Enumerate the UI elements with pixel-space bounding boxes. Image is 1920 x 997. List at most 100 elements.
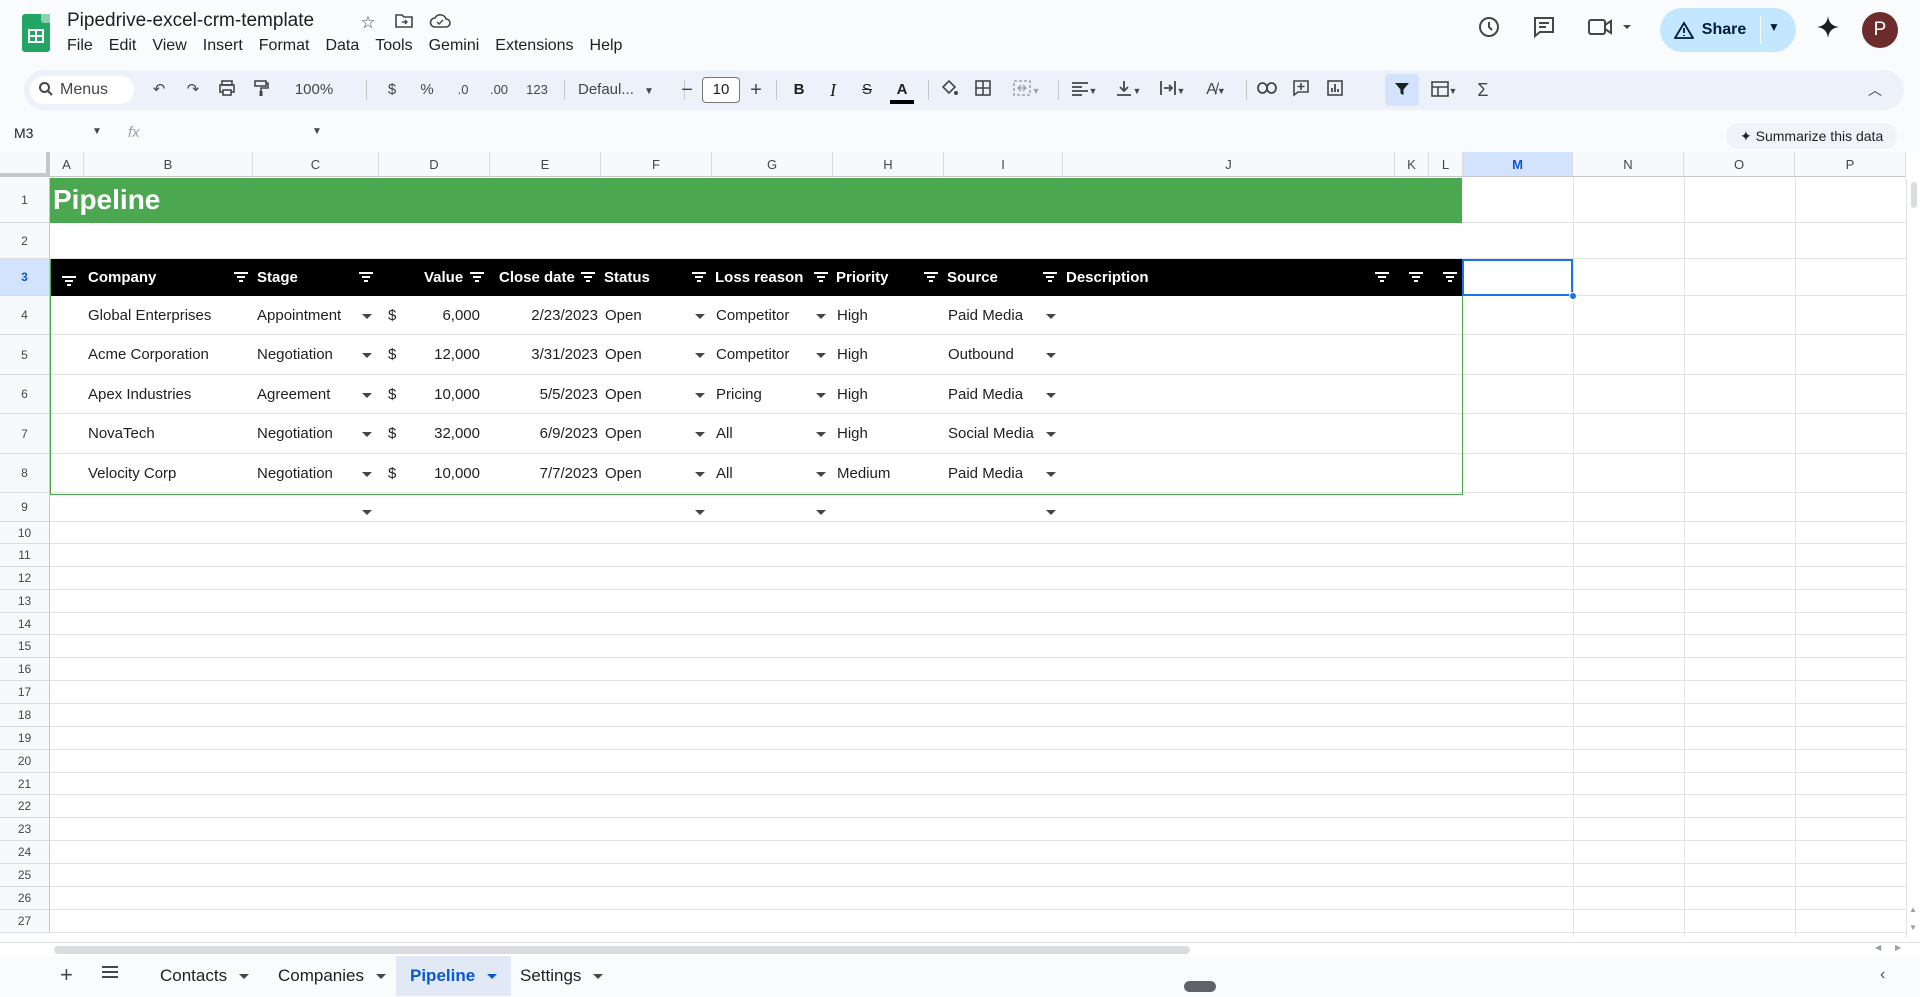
row-header-16[interactable]: 16 <box>0 658 50 681</box>
column-header-h[interactable]: H <box>833 152 944 177</box>
source-dropdown-icon[interactable] <box>1046 432 1056 437</box>
empty-dropdown-icon[interactable] <box>816 510 826 515</box>
horizontal-scroll-thumb[interactable] <box>54 946 1190 954</box>
name-box-dropdown-icon[interactable]: ▼ <box>92 126 102 137</box>
column-header-k[interactable]: K <box>1395 152 1429 177</box>
cloud-saved-icon[interactable] <box>429 12 451 34</box>
text-rotation-icon[interactable]: A̸▼ <box>1196 70 1236 110</box>
cell-loss-reason[interactable]: All <box>716 454 806 493</box>
column-header-c[interactable]: C <box>253 152 379 177</box>
column-header-j[interactable]: J <box>1063 152 1395 177</box>
column-header-g[interactable]: G <box>712 152 833 177</box>
menu-gemini[interactable]: Gemini <box>429 36 489 56</box>
gemini-sparkle-icon[interactable] <box>1813 14 1843 44</box>
font-family-select[interactable]: Defaul... ▼ <box>574 70 670 110</box>
cell-value[interactable]: 6,000 <box>400 296 480 335</box>
menu-insert[interactable]: Insert <box>203 36 252 56</box>
cell-close-date[interactable]: 5/5/2023 <box>490 375 598 414</box>
cell-company[interactable]: Global Enterprises <box>88 296 248 335</box>
scroll-left-icon[interactable]: ◀ <box>1875 943 1881 952</box>
row-header-23[interactable]: 23 <box>0 818 50 841</box>
source-dropdown-icon[interactable] <box>1046 472 1056 477</box>
font-size-increase-icon[interactable]: + <box>744 70 768 110</box>
vertical-scroll-thumb[interactable] <box>1911 182 1917 208</box>
share-button[interactable]: Share ▼ <box>1660 8 1796 52</box>
stage-dropdown-icon[interactable] <box>362 472 372 477</box>
cell-stage[interactable]: Negotiation <box>257 414 357 453</box>
tab-settings[interactable]: Settings <box>506 956 617 996</box>
cell-priority[interactable]: High <box>837 335 927 374</box>
cell-source[interactable]: Paid Media <box>948 454 1048 493</box>
column-header-a[interactable]: A <box>50 152 84 177</box>
loss-reason-dropdown-icon[interactable] <box>816 353 826 358</box>
row-header-17[interactable]: 17 <box>0 681 50 704</box>
cell-loss-reason[interactable]: Competitor <box>716 296 806 335</box>
row-header-20[interactable]: 20 <box>0 750 50 773</box>
paint-format-icon[interactable] <box>248 70 274 110</box>
percent-format-button[interactable]: % <box>414 70 440 110</box>
sheet-grid[interactable]: ABCDEFGHIJKLMNOP 1 2 3 4 5 6 7 8 9 10 11 12 13 14 15 16… <box>0 152 1920 942</box>
decrease-decimal-button[interactable]: .0 <box>448 70 478 110</box>
tab-pipeline-dropdown-icon[interactable] <box>487 974 498 980</box>
scroll-down-icon[interactable]: ▼ <box>1909 923 1917 932</box>
version-history-icon[interactable] <box>1474 14 1504 44</box>
document-title[interactable]: Pipedrive-excel-crm-template <box>67 10 314 32</box>
row-header-24[interactable]: 24 <box>0 841 50 864</box>
strikethrough-icon[interactable]: S <box>854 70 880 110</box>
cell-loss-reason[interactable]: Competitor <box>716 335 806 374</box>
row-header-2[interactable]: 2 <box>0 223 50 259</box>
currency-format-button[interactable]: $ <box>379 70 405 110</box>
column-header-i[interactable]: I <box>944 152 1063 177</box>
account-avatar[interactable]: P <box>1862 12 1898 48</box>
row-header-1[interactable]: 1 <box>0 178 50 223</box>
cell-company[interactable]: Apex Industries <box>88 375 248 414</box>
cell-priority[interactable]: High <box>837 414 927 453</box>
stage-dropdown-icon[interactable] <box>362 393 372 398</box>
row-header-27[interactable]: 27 <box>0 910 50 933</box>
cell-priority[interactable]: High <box>837 296 927 335</box>
row-header-15[interactable]: 15 <box>0 635 50 658</box>
scroll-right-icon[interactable]: ▶ <box>1895 943 1901 952</box>
cell-close-date[interactable]: 7/7/2023 <box>490 454 598 493</box>
cell-stage[interactable]: Negotiation <box>257 454 357 493</box>
more-formats-button[interactable]: 123 <box>520 70 554 110</box>
source-dropdown-icon[interactable] <box>1046 314 1056 319</box>
menu-edit[interactable]: Edit <box>109 36 146 56</box>
row-header-26[interactable]: 26 <box>0 887 50 910</box>
menu-extensions[interactable]: Extensions <box>495 36 582 56</box>
row-header-11[interactable]: 11 <box>0 544 50 567</box>
fill-color-icon[interactable] <box>936 70 962 110</box>
cell-status[interactable]: Open <box>605 454 675 493</box>
cell-company[interactable]: Velocity Corp <box>88 454 248 493</box>
all-sheets-icon[interactable] <box>101 963 119 986</box>
collapse-menus-icon[interactable]: ︿ <box>1862 70 1888 110</box>
name-box[interactable]: M3 <box>14 125 33 141</box>
menu-view[interactable]: View <box>152 36 195 56</box>
column-header-b[interactable]: B <box>84 152 253 177</box>
empty-dropdown-icon[interactable] <box>1046 510 1056 515</box>
tab-companies[interactable]: Companies <box>264 956 400 996</box>
cell-value[interactable]: 10,000 <box>400 375 480 414</box>
merge-cells-icon[interactable]: ▼ <box>1006 70 1046 110</box>
row-header-8[interactable]: 8 <box>0 454 50 493</box>
comments-icon[interactable] <box>1529 14 1559 44</box>
cell-value[interactable]: 32,000 <box>400 414 480 453</box>
insert-link-icon[interactable] <box>1254 70 1280 110</box>
cell-source[interactable]: Paid Media <box>948 375 1048 414</box>
italic-button[interactable]: I <box>820 70 846 110</box>
column-header-f[interactable]: F <box>601 152 712 177</box>
fill-handle[interactable] <box>1569 292 1577 300</box>
collapse-sidepanel-icon[interactable]: ‹ <box>1880 966 1885 984</box>
status-dropdown-icon[interactable] <box>695 432 705 437</box>
column-header-m[interactable]: M <box>1463 152 1573 177</box>
cell-source[interactable]: Outbound <box>948 335 1048 374</box>
text-color-icon[interactable]: A <box>888 70 916 110</box>
loss-reason-dropdown-icon[interactable] <box>816 432 826 437</box>
summarize-data-button[interactable]: ✦ Summarize this data <box>1726 123 1898 149</box>
increase-decimal-button[interactable]: .00 <box>483 70 515 110</box>
status-dropdown-icon[interactable] <box>695 314 705 319</box>
scroll-up-icon[interactable]: ▲ <box>1909 905 1917 914</box>
undo-icon[interactable]: ↶ <box>146 70 172 110</box>
filter-icon[interactable] <box>1389 70 1415 110</box>
print-icon[interactable] <box>214 70 240 110</box>
